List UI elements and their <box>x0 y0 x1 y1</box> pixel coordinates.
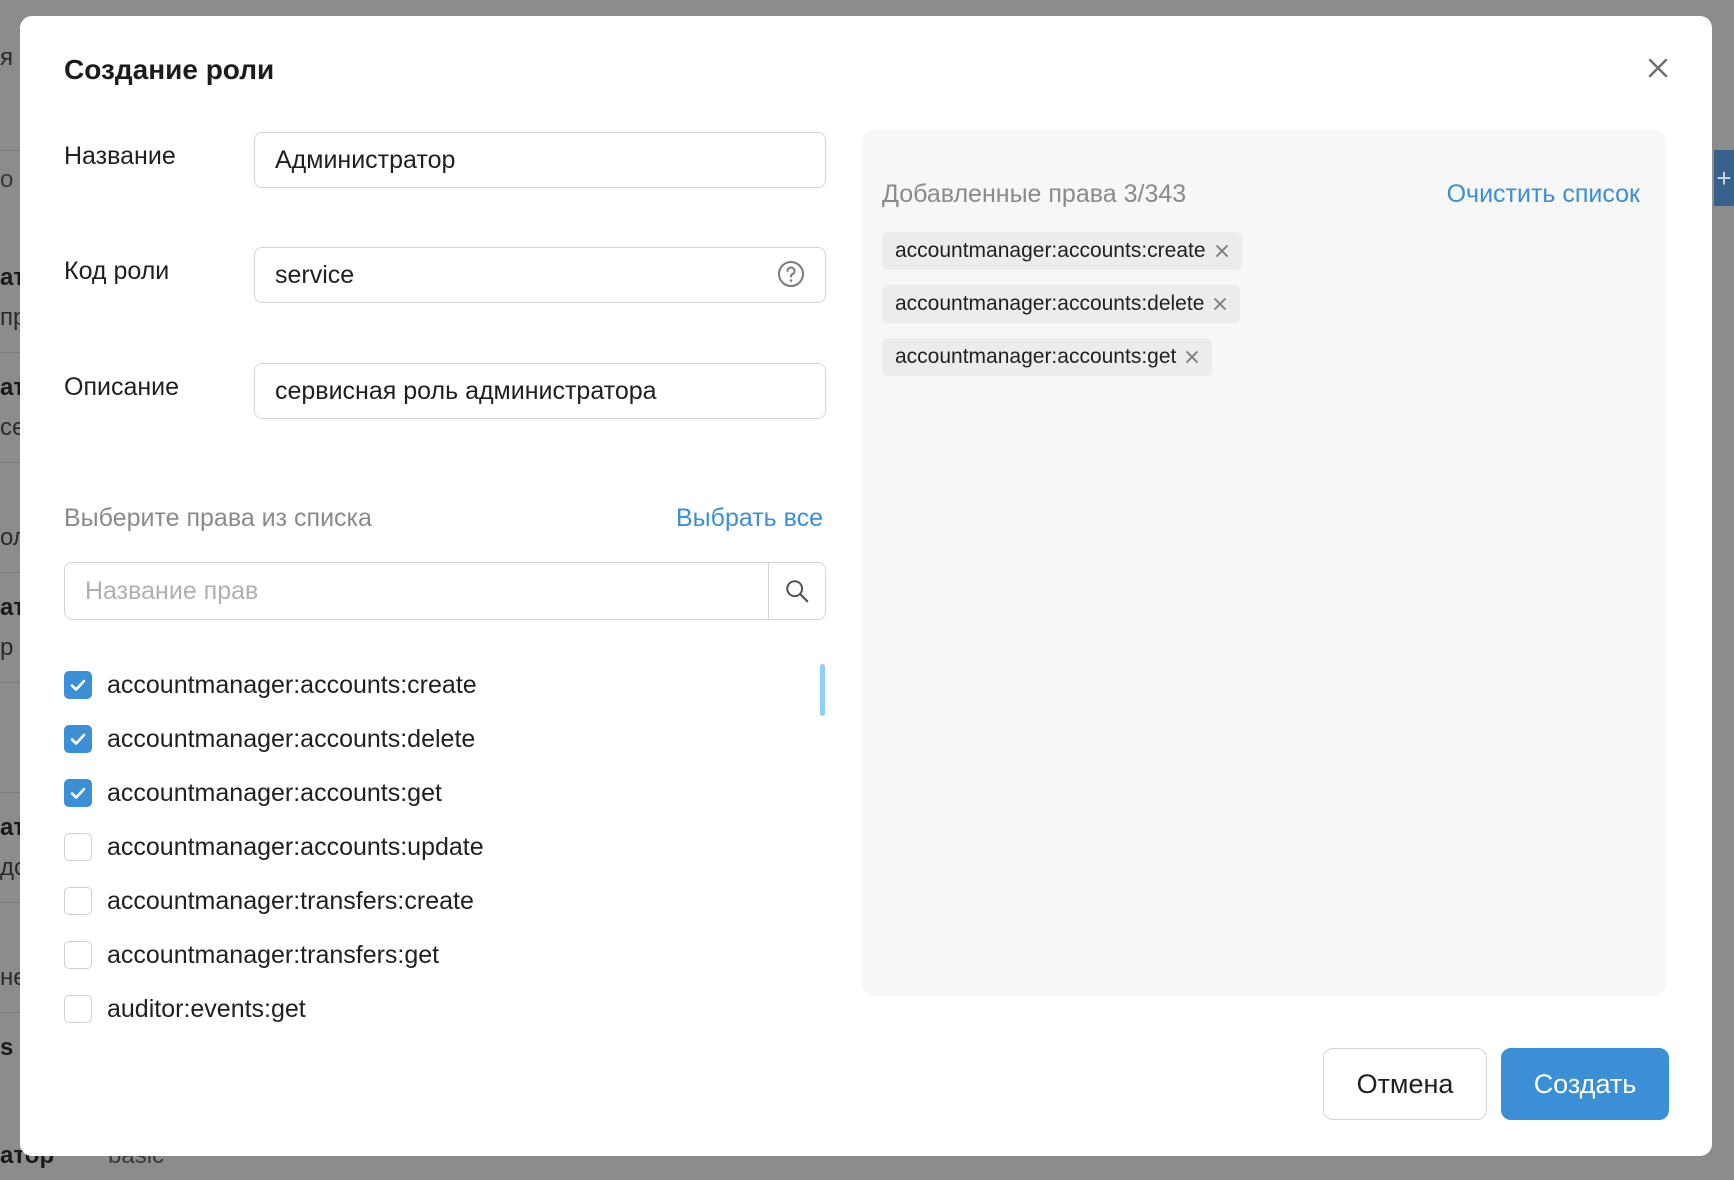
permission-label: accountmanager:transfers:get <box>107 940 440 969</box>
background-divider <box>0 682 20 683</box>
select-all-link[interactable]: Выбрать все <box>676 504 823 533</box>
permissions-caption: Выберите права из списка <box>64 504 372 532</box>
create-role-dialog: Создание роли Название Код роли Описание… <box>20 16 1712 1156</box>
remove-chip-icon[interactable] <box>1212 296 1228 312</box>
background-divider <box>0 572 20 573</box>
permission-checkbox[interactable] <box>64 725 92 753</box>
dialog-title: Создание роли <box>64 54 275 85</box>
background-add-button: + <box>1714 150 1734 206</box>
background-divider <box>0 1012 20 1013</box>
clear-list-link[interactable]: Очистить список <box>1447 180 1640 209</box>
permission-item[interactable]: accountmanager:accounts:delete <box>64 712 764 766</box>
background-text: р <box>0 634 14 661</box>
permission-item[interactable]: accountmanager:transfers:create <box>64 874 764 928</box>
close-icon[interactable] <box>1640 50 1676 86</box>
remove-chip-icon[interactable] <box>1214 243 1230 259</box>
permission-chip: accountmanager:accounts:create <box>882 232 1242 270</box>
added-permissions-panel: Добавленные права 3/343 Очистить список … <box>862 130 1666 996</box>
background-text: о <box>0 166 14 193</box>
list-scrollbar[interactable] <box>820 664 825 716</box>
permission-chip: accountmanager:accounts:get <box>882 338 1213 376</box>
background-text: s <box>0 1034 14 1061</box>
question-icon[interactable] <box>777 260 805 288</box>
permission-label: accountmanager:accounts:update <box>107 832 484 861</box>
search-button[interactable] <box>768 563 825 619</box>
name-field[interactable] <box>254 132 826 188</box>
permission-checkbox[interactable] <box>64 995 92 1023</box>
chip-label: accountmanager:accounts:delete <box>895 292 1205 315</box>
role-code-field[interactable] <box>254 247 826 303</box>
permission-checkbox[interactable] <box>64 833 92 861</box>
description-label: Описание <box>64 373 180 401</box>
remove-chip-icon[interactable] <box>1184 349 1200 365</box>
permission-item[interactable]: accountmanager:accounts:update <box>64 820 764 874</box>
background-divider <box>0 792 20 793</box>
chip-label: accountmanager:accounts:create <box>895 239 1206 262</box>
permission-item[interactable]: accountmanager:accounts:get <box>64 766 764 820</box>
permission-label: accountmanager:transfers:create <box>107 886 474 915</box>
permission-checkbox[interactable] <box>64 671 92 699</box>
name-label: Название <box>64 142 176 170</box>
create-button[interactable]: Создать <box>1501 1048 1669 1120</box>
permission-label: accountmanager:accounts:delete <box>107 724 476 753</box>
background-divider <box>0 352 20 353</box>
permission-label: accountmanager:accounts:get <box>107 778 442 807</box>
background-divider <box>0 462 20 463</box>
permission-item[interactable]: accountmanager:accounts:create <box>64 658 764 712</box>
permission-chip: accountmanager:accounts:delete <box>882 285 1241 323</box>
check-icon <box>70 679 86 691</box>
added-permissions-caption: Добавленные права 3/343 <box>882 180 1187 208</box>
permission-search-input[interactable] <box>65 563 769 619</box>
background-divider <box>0 902 20 903</box>
added-permission-chips: accountmanager:accounts:create accountman… <box>882 232 1242 391</box>
permission-list: accountmanager:accounts:create accountman… <box>64 658 764 1036</box>
permission-label: accountmanager:accounts:create <box>107 670 477 699</box>
check-icon <box>70 787 86 799</box>
permission-item[interactable]: auditor:events:get <box>64 982 764 1036</box>
description-field[interactable] <box>254 363 826 419</box>
permission-checkbox[interactable] <box>64 779 92 807</box>
search-icon <box>786 580 809 603</box>
permission-label: auditor:events:get <box>107 994 306 1023</box>
background-divider <box>0 150 20 151</box>
permission-checkbox[interactable] <box>64 887 92 915</box>
chip-label: accountmanager:accounts:get <box>895 345 1177 368</box>
permission-item[interactable]: accountmanager:transfers:get <box>64 928 764 982</box>
permission-search <box>64 562 826 620</box>
permission-checkbox[interactable] <box>64 941 92 969</box>
cancel-button[interactable]: Отмена <box>1323 1048 1487 1120</box>
check-icon <box>70 733 86 745</box>
background-text: я <box>0 44 13 71</box>
role-code-label: Код роли <box>64 257 170 285</box>
